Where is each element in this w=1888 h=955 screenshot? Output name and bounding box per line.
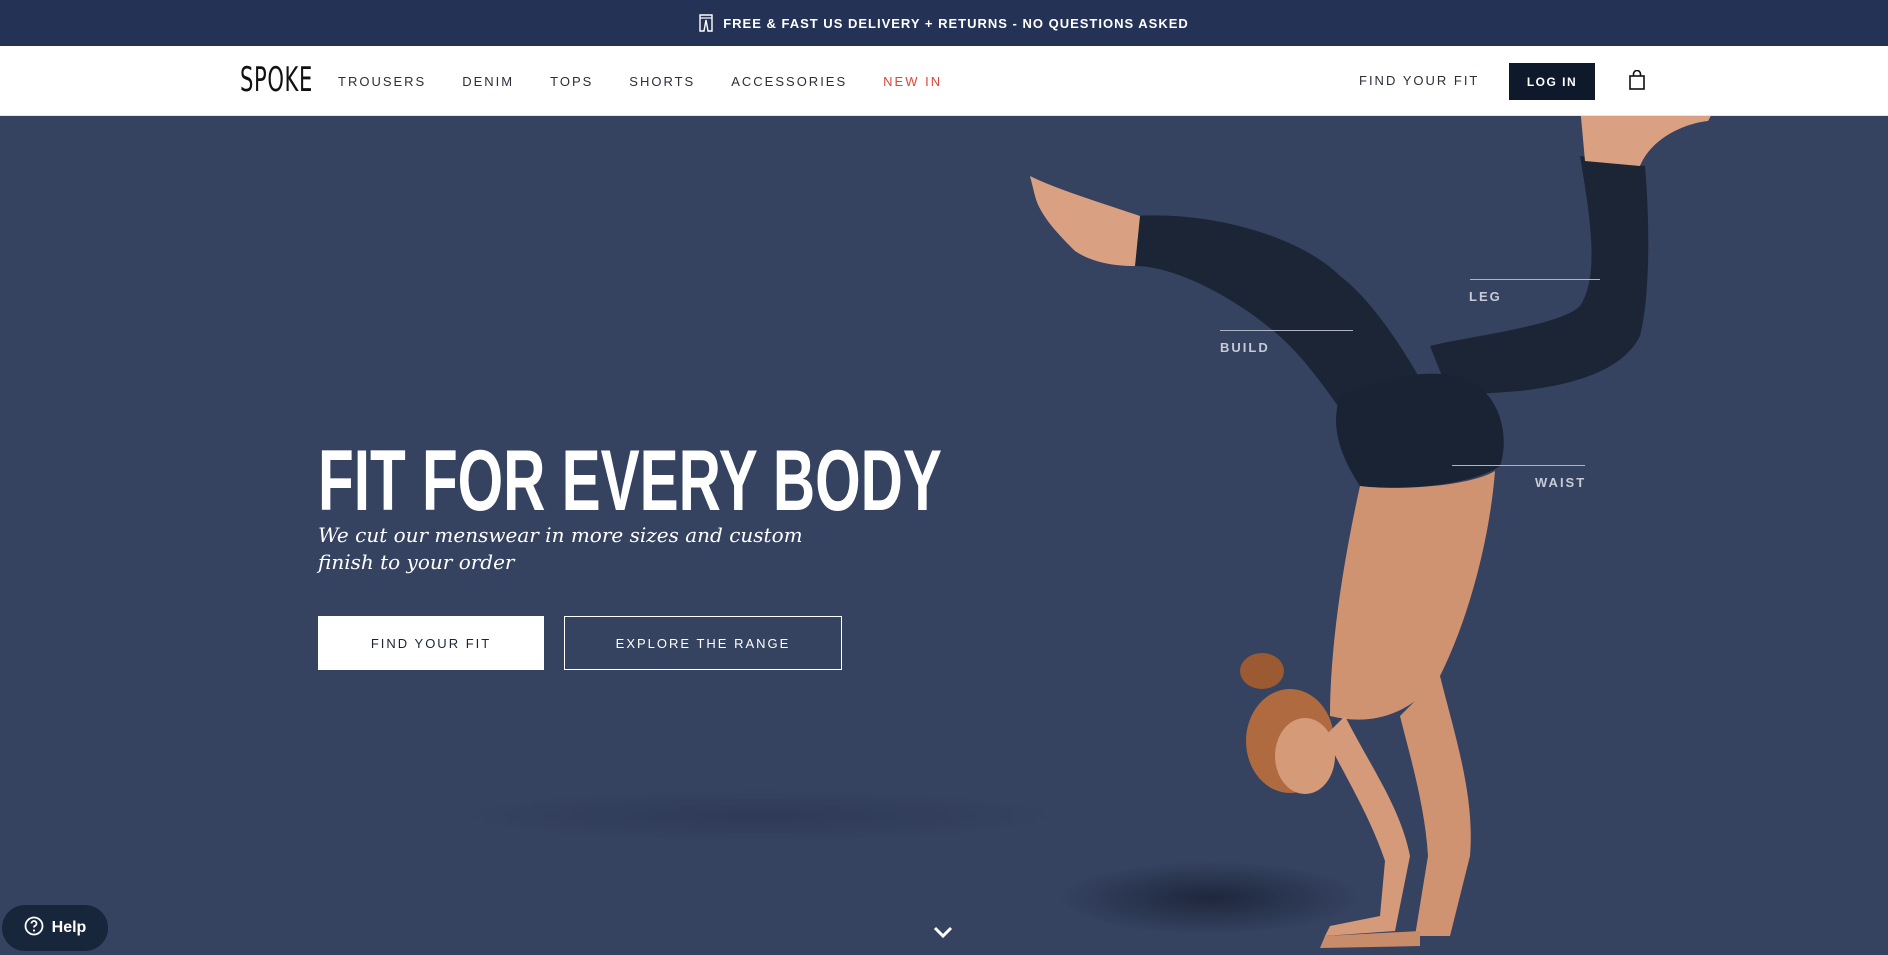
- find-your-fit-button[interactable]: FIND YOUR FIT: [318, 616, 544, 670]
- build-label-line: [1220, 330, 1353, 331]
- waist-label: WAIST: [1535, 475, 1587, 490]
- explore-the-range-button[interactable]: EXPLORE THE RANGE: [564, 616, 842, 670]
- nav-link-trousers[interactable]: TROUSERS: [338, 74, 426, 89]
- announcement-text: FREE & FAST US DELIVERY + RETURNS - NO Q…: [723, 15, 1189, 31]
- spoke-logo[interactable]: SPOKE: [240, 63, 313, 97]
- waist-label-line: [1452, 465, 1585, 466]
- leg-label: LEG: [1469, 289, 1502, 304]
- hero-section: LEG BUILD WAIST FIT FOR EVERY BODY We cu…: [0, 116, 1888, 955]
- login-button[interactable]: LOG IN: [1509, 63, 1595, 100]
- help-label: Help: [51, 919, 87, 936]
- nav-link-denim[interactable]: DENIM: [462, 74, 514, 89]
- nav-link-new-in[interactable]: NEW IN: [883, 74, 942, 89]
- shopping-bag-icon[interactable]: [1628, 69, 1646, 95]
- hero-title: FIT FOR EVERY BODY: [318, 433, 942, 529]
- announcement-bar: FREE & FAST US DELIVERY + RETURNS - NO Q…: [0, 0, 1888, 46]
- main-navigation: SPOKE TROUSERS DENIM TOPS SHORTS ACCESSO…: [0, 46, 1888, 116]
- help-button[interactable]: Help: [2, 905, 108, 951]
- chevron-down-icon[interactable]: [933, 926, 953, 945]
- nav-find-your-fit-link[interactable]: FIND YOUR FIT: [1359, 46, 1479, 116]
- hero-figure-image: [460, 116, 1711, 948]
- leg-label-line: [1470, 279, 1600, 280]
- nav-link-accessories[interactable]: ACCESSORIES: [731, 74, 847, 89]
- nav-link-shorts[interactable]: SHORTS: [629, 74, 695, 89]
- nav-links: TROUSERS DENIM TOPS SHORTS ACCESSORIES N…: [338, 46, 978, 116]
- build-label: BUILD: [1220, 340, 1270, 355]
- hero-subtitle: We cut our menswear in more sizes and cu…: [318, 523, 803, 574]
- question-circle-icon: [24, 916, 44, 941]
- trousers-icon: [699, 14, 713, 32]
- nav-link-tops[interactable]: TOPS: [550, 74, 593, 89]
